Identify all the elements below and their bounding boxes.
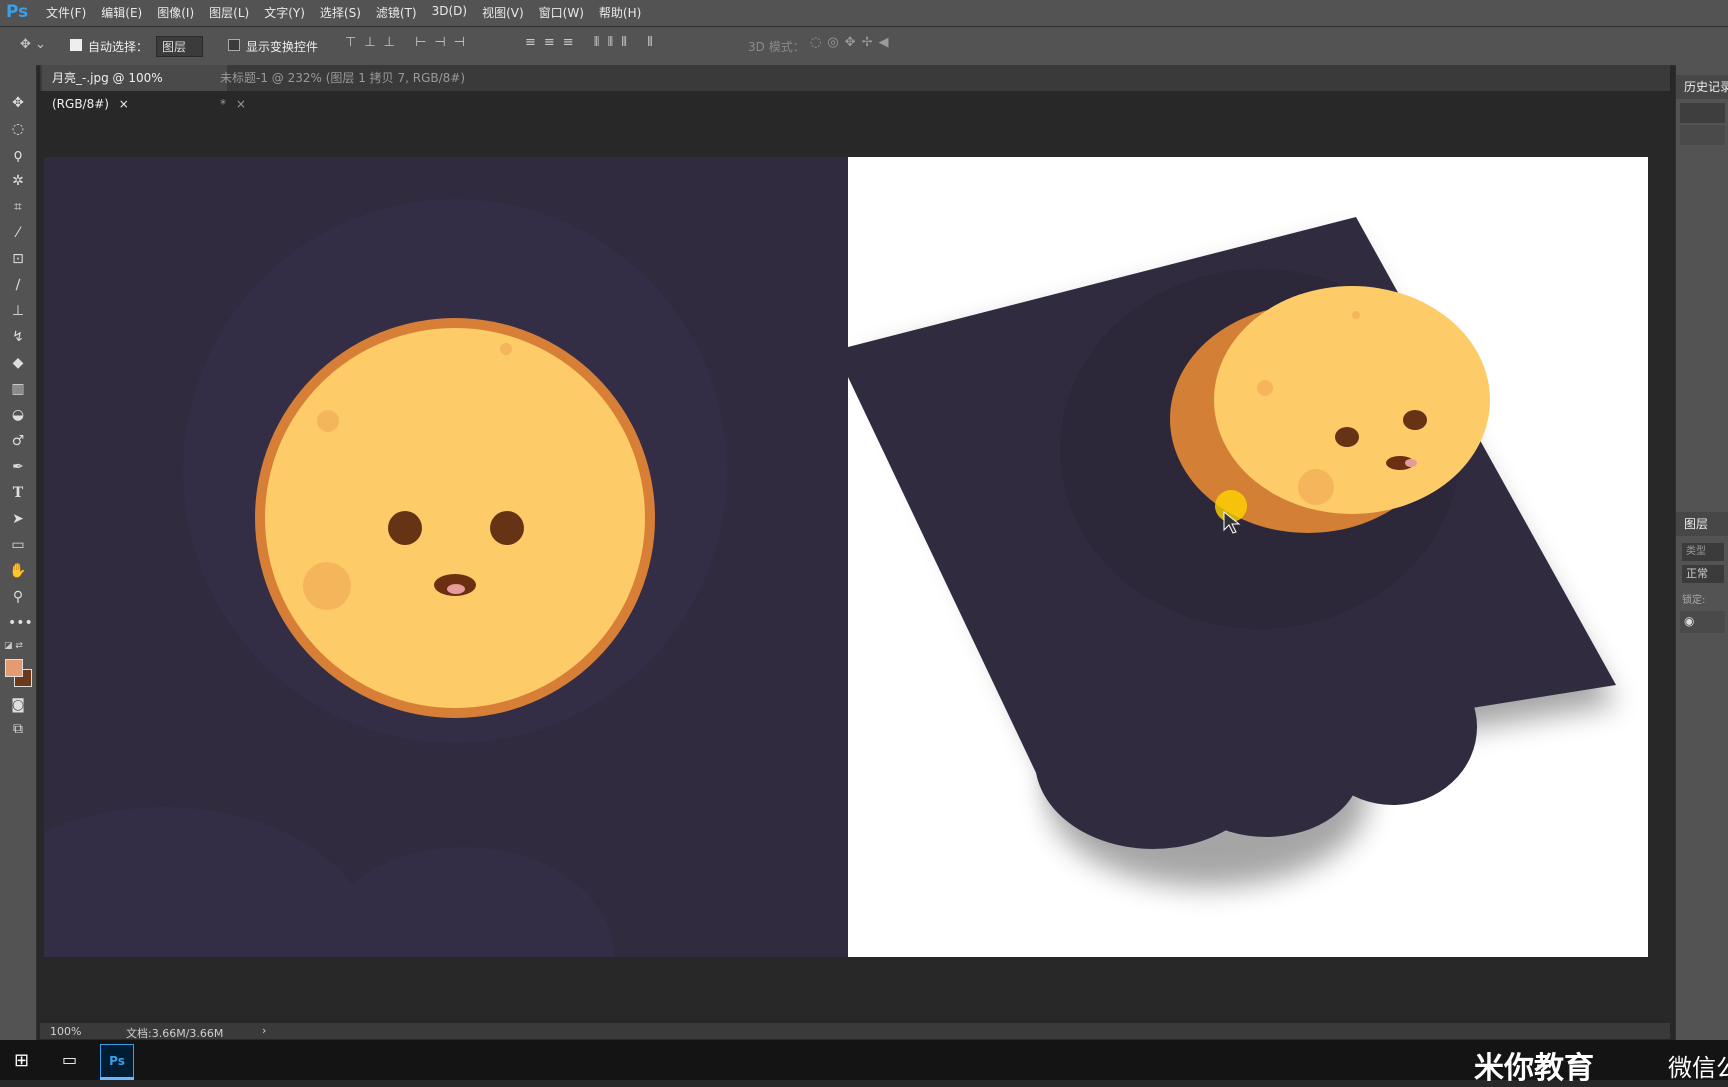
rectangle-tool-icon[interactable]: ▭ <box>8 535 28 555</box>
menu-window[interactable]: 窗口(W) <box>539 4 584 21</box>
eyedropper-icon[interactable]: ⁄ <box>8 223 28 243</box>
align-icons[interactable]: ⊤⊥⊥ ⊢⊣⊣ <box>345 35 473 50</box>
history-state[interactable] <box>1680 125 1725 145</box>
blend-mode-select[interactable]: 正常 <box>1682 565 1724 583</box>
panel-tab-history[interactable]: 历史记录 <box>1676 75 1728 99</box>
screen-mode-icon[interactable]: ⧉ <box>8 719 28 739</box>
menu-layer[interactable]: 图层(L) <box>209 4 249 21</box>
hand-tool-icon[interactable]: ✋ <box>8 561 28 581</box>
menu-help[interactable]: 帮助(H) <box>599 4 641 21</box>
document-size: 文档:3.66M/3.66M <box>126 1027 224 1040</box>
transform-controls-label: 显示变换控件 <box>246 40 319 54</box>
photoshop-taskbar-icon[interactable]: Ps <box>100 1044 134 1078</box>
move-tool-icon[interactable]: ✥ ⌄ <box>20 37 46 52</box>
menu-view[interactable]: 视图(V) <box>482 4 524 21</box>
auto-select-label: 自动选择： <box>88 40 149 54</box>
stamp-tool-icon[interactable]: ⊥ <box>8 301 28 321</box>
document-tabs: 月亮_-.jpg @ 100%(RGB/8#) × 未标题-1 @ 232% (… <box>40 65 1670 111</box>
menu-bar: Ps 文件(F) 编辑(E) 图像(I) 图层(L) 文字(Y) 选择(S) 滤… <box>0 0 1728 27</box>
moon-face <box>265 328 645 708</box>
gradient-tool-icon[interactable]: ▥ <box>8 379 28 399</box>
tab-untitled-1[interactable]: 未标题-1 @ 232% (图层 1 拷贝 7, RGB/8#) * × <box>210 65 480 111</box>
3d-mode-label: 3D 模式： <box>748 40 805 54</box>
tab-moon-jpg[interactable]: 月亮_-.jpg @ 100%(RGB/8#) × <box>42 65 227 111</box>
move-tool-icon[interactable]: ✥ <box>8 93 28 113</box>
windows-taskbar: ⊞ ▭ Ps 米你教育 微信公 <box>0 1040 1728 1086</box>
moon-3d-illustration <box>848 217 1616 887</box>
3d-mode-icons[interactable]: ◌◎✥✢◀ <box>810 35 894 50</box>
menu-edit[interactable]: 编辑(E) <box>101 4 142 21</box>
canvas-moon-flat[interactable] <box>44 157 848 957</box>
task-view-icon[interactable]: ▭ <box>62 1050 77 1069</box>
more-tools-icon[interactable]: ••• <box>8 613 33 633</box>
brush-tool-icon[interactable]: ∕ <box>8 275 28 295</box>
menu-list: 文件(F) 编辑(E) 图像(I) 图层(L) 文字(Y) 选择(S) 滤镜(T… <box>46 4 641 21</box>
distribute-icons[interactable]: ≡≡≡ ⦀⦀⦀ ⦀ <box>525 35 661 50</box>
zoom-level[interactable]: 100% <box>50 1025 81 1038</box>
visibility-eye-icon[interactable]: ◉ <box>1684 614 1694 628</box>
dodge-tool-icon[interactable]: ♂ <box>8 431 28 451</box>
foreground-color-swatch[interactable] <box>5 659 23 677</box>
eraser-tool-icon[interactable]: ◆ <box>8 353 28 373</box>
type-tool-icon[interactable]: T <box>8 483 28 503</box>
tools-panel: ✥ ◌ ϙ ✲ ⌗ ⁄ ⊡ ∕ ⊥ ↯ ◆ ▥ ◒ ♂ ✒ T ➤ ▭ ✋ ⚲ … <box>0 65 37 1040</box>
menu-file[interactable]: 文件(F) <box>46 4 86 21</box>
crop-tool-icon[interactable]: ⌗ <box>8 197 28 217</box>
layer-type-filter[interactable]: 类型 <box>1682 543 1724 561</box>
panel-tab-layers[interactable]: 图层 <box>1676 512 1728 536</box>
lock-label: 锁定: <box>1682 595 1706 606</box>
left-eye <box>388 511 422 545</box>
canvas-moon-3d[interactable] <box>848 157 1648 957</box>
right-panels: 历史记录 图层 类型 正常 锁定: ◉ <box>1675 65 1728 1040</box>
status-arrow-icon[interactable]: › <box>262 1024 266 1037</box>
swap-colors-icon[interactable]: ◪ ⇄ <box>4 641 23 651</box>
transform-controls-checkbox[interactable] <box>228 39 240 51</box>
menu-select[interactable]: 选择(S) <box>320 4 361 21</box>
status-bar: 100% 文档:3.66M/3.66M › <box>40 1023 1670 1040</box>
menu-3d[interactable]: 3D(D) <box>432 4 467 21</box>
lasso-tool-icon[interactable]: ϙ <box>8 145 28 165</box>
options-bar: ✥ ⌄ 自动选择： 图层 显示变换控件 ⊤⊥⊥ ⊢⊣⊣ ≡≡≡ ⦀⦀⦀ ⦀ 3D… <box>0 27 1728 66</box>
magic-wand-icon[interactable]: ✲ <box>8 171 28 191</box>
menu-type[interactable]: 文字(Y) <box>264 4 305 21</box>
watermark-wechat: 微信公 <box>1668 1054 1728 1082</box>
auto-select-dropdown[interactable]: 图层 <box>156 36 204 57</box>
watermark-logo: 米你教育 <box>1474 1051 1594 1086</box>
right-eye <box>490 511 524 545</box>
zoom-tool-icon[interactable]: ⚲ <box>8 587 28 607</box>
healing-brush-icon[interactable]: ⊡ <box>8 249 28 269</box>
marquee-tool-icon[interactable]: ◌ <box>8 119 28 139</box>
history-brush-icon[interactable]: ↯ <box>8 327 28 347</box>
layer-row[interactable]: ◉ <box>1680 611 1725 633</box>
photoshop-logo: Ps <box>6 2 29 22</box>
history-snapshot[interactable] <box>1680 103 1725 123</box>
path-select-icon[interactable]: ➤ <box>8 509 28 529</box>
menu-image[interactable]: 图像(I) <box>157 4 194 21</box>
close-icon[interactable]: × <box>236 97 246 111</box>
close-icon[interactable]: × <box>119 97 129 111</box>
blur-tool-icon[interactable]: ◒ <box>8 405 28 425</box>
moon-illustration <box>44 199 727 957</box>
auto-select-checkbox[interactable] <box>70 39 82 51</box>
windows-start-icon[interactable]: ⊞ <box>14 1050 29 1071</box>
menu-filter[interactable]: 滤镜(T) <box>376 4 417 21</box>
pen-tool-icon[interactable]: ✒ <box>8 457 28 477</box>
quick-mask-icon[interactable]: ◙ <box>8 695 28 715</box>
